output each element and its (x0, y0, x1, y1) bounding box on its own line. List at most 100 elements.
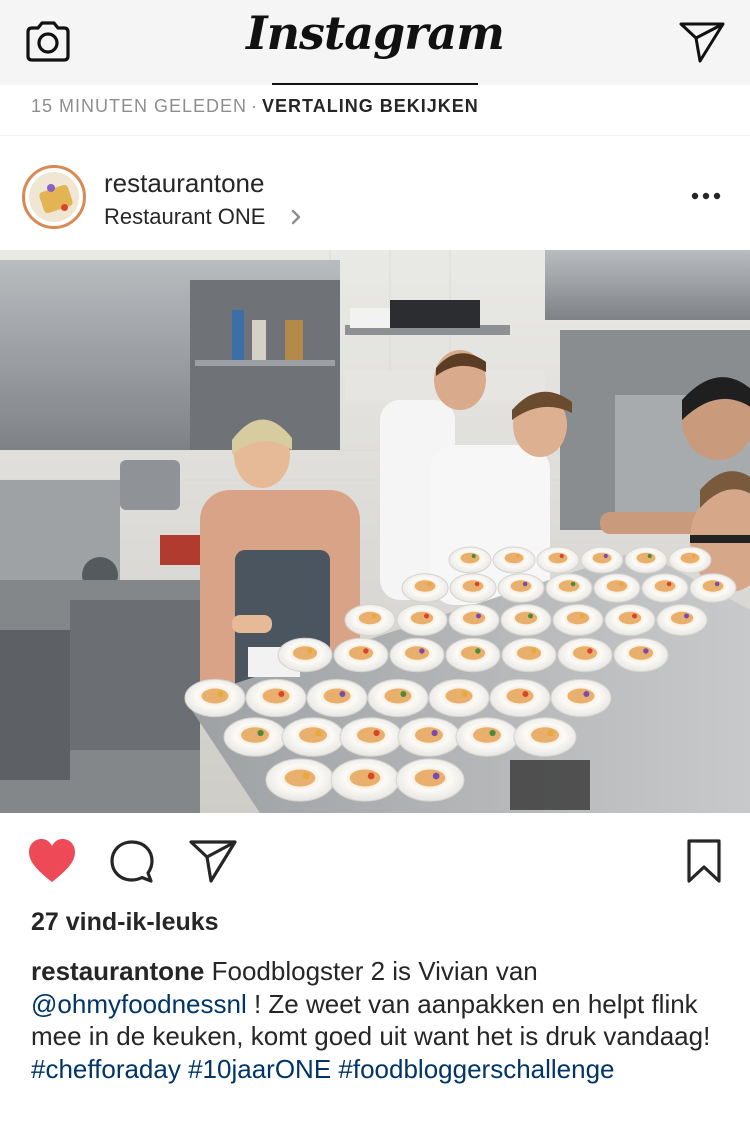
post-caption: restaurantone Foodblogster 2 is Vivian v… (31, 955, 731, 1085)
see-translation-link[interactable]: VERTALING BEKIJKEN (262, 96, 479, 116)
avatar-garnish (61, 204, 68, 211)
food (241, 727, 269, 743)
food (292, 646, 318, 660)
vent-panel (0, 630, 70, 780)
garnish (419, 648, 425, 654)
food (357, 727, 385, 743)
avatar[interactable] (22, 165, 86, 229)
post-photo[interactable] (0, 250, 750, 813)
garnish (307, 648, 313, 654)
garnish (302, 772, 310, 780)
food (299, 727, 327, 743)
garnish (570, 581, 576, 587)
food (510, 580, 532, 592)
stock-pot (120, 460, 180, 510)
comment-icon[interactable] (108, 838, 156, 886)
garnish (515, 553, 520, 559)
food (323, 688, 351, 704)
garnish (475, 648, 481, 654)
direct-message-icon[interactable] (678, 20, 726, 64)
shelf (195, 360, 335, 366)
garnish (691, 553, 696, 559)
garnish (461, 691, 468, 697)
garnish (400, 691, 407, 697)
garnish (632, 613, 637, 619)
stacked-bowls (390, 300, 480, 328)
post-username[interactable]: restaurantone (104, 168, 264, 199)
food (558, 580, 580, 592)
garnish (547, 729, 554, 737)
food (201, 688, 229, 704)
garnish (647, 553, 652, 559)
garnish (476, 613, 481, 619)
post-time-ago: 15 MINUTEN GELEDEN (31, 96, 248, 116)
garnish (528, 613, 533, 619)
caption-text: Foodblogster 2 is Vivian van (204, 956, 538, 986)
caption-mention[interactable]: @ohmyfoodnessnl (31, 989, 247, 1019)
bottle (252, 320, 266, 360)
fridge-door (70, 600, 200, 750)
hashtag[interactable]: #chefforaday (31, 1054, 181, 1084)
food (358, 611, 382, 625)
post-location[interactable]: Restaurant ONE (104, 204, 265, 230)
food (618, 611, 642, 625)
likes-count[interactable]: 27 vind-ik-leuks (31, 908, 219, 937)
garnish (603, 553, 608, 559)
food (670, 611, 694, 625)
garnish (367, 772, 375, 780)
garnish (424, 613, 429, 619)
caption-username[interactable]: restaurantone (31, 956, 204, 986)
food (636, 552, 656, 564)
ladles (510, 760, 590, 810)
stacked-plates (350, 308, 390, 328)
garnish (426, 581, 432, 587)
garnish (257, 729, 264, 737)
food (384, 688, 412, 704)
food (262, 688, 290, 704)
food (680, 552, 700, 564)
garnish (432, 772, 440, 780)
food (404, 646, 430, 660)
garnish-tray (160, 535, 200, 565)
more-options-icon[interactable] (690, 190, 722, 202)
garnish (373, 729, 380, 737)
garnish (489, 729, 496, 737)
garnish (559, 553, 564, 559)
share-icon[interactable] (188, 838, 238, 884)
garnish (618, 581, 624, 587)
food (514, 611, 538, 625)
food (506, 688, 534, 704)
food (531, 727, 559, 743)
food (702, 580, 724, 592)
avatar-image (29, 172, 79, 222)
avatar-food-shape (38, 183, 74, 215)
food (516, 646, 542, 660)
food (460, 552, 480, 564)
food (592, 552, 612, 564)
bottle (232, 310, 244, 360)
bookmark-icon[interactable] (686, 838, 722, 884)
food (628, 646, 654, 660)
garnish (531, 648, 537, 654)
garnish (522, 581, 528, 587)
post-time-line: 15 MINUTEN GELEDEN · VERTALING BEKIJKEN (31, 96, 479, 117)
top-navigation-bar: Instagram (0, 0, 750, 85)
garnish (666, 581, 672, 587)
food (415, 727, 443, 743)
food (462, 611, 486, 625)
heart-icon[interactable] (28, 838, 76, 884)
food (410, 611, 434, 625)
food (414, 580, 436, 592)
garnish (580, 613, 585, 619)
food (548, 552, 568, 564)
garnish (431, 729, 438, 737)
food (473, 727, 501, 743)
logo-underline (272, 83, 478, 85)
garnish (583, 691, 590, 697)
separator-dot: · (251, 96, 259, 116)
garnish (474, 581, 480, 587)
garnish (684, 613, 689, 619)
hashtag[interactable]: #foodbloggerschallenge (338, 1054, 614, 1084)
garnish (643, 648, 649, 654)
hashtag[interactable]: #10jaarONE (188, 1054, 331, 1084)
